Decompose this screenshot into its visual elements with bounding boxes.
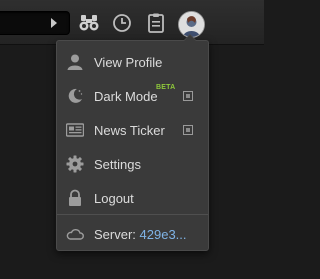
moon-icon: [66, 87, 84, 105]
menu-item-news-ticker[interactable]: News Ticker: [57, 113, 208, 147]
binoculars-icon[interactable]: [78, 12, 100, 34]
top-toolbar: [0, 0, 264, 45]
menu-item-label: News Ticker: [94, 123, 165, 138]
menu-item-settings[interactable]: Settings: [57, 147, 208, 181]
lock-icon: [66, 189, 84, 207]
gear-icon: [66, 155, 84, 173]
user-icon: [66, 53, 84, 71]
beta-badge: BETA: [156, 84, 176, 91]
cloud-icon: [66, 225, 84, 243]
menu-item-dark-mode[interactable]: Dark Mode BETA: [57, 79, 208, 113]
news-icon: [65, 121, 85, 139]
menu-caret: [183, 34, 197, 41]
menu-item-label: Settings: [94, 157, 141, 172]
clock-icon[interactable]: [111, 12, 133, 34]
menu-item-logout[interactable]: Logout: [57, 181, 208, 215]
menu-item-label: Dark Mode: [94, 89, 158, 104]
search-input[interactable]: [0, 11, 70, 35]
menu-item-label: Logout: [94, 191, 134, 206]
clipboard-icon[interactable]: [145, 12, 167, 34]
search-submit-icon[interactable]: [51, 18, 57, 28]
server-label: Server:: [94, 227, 136, 242]
server-label-row: Server: 429e3...: [94, 227, 187, 242]
profile-dropdown-menu: View Profile Dark Mode BETA News Ticker: [56, 34, 209, 251]
menu-divider: [57, 214, 208, 215]
menu-item-label: View Profile: [94, 55, 163, 70]
menu-item-view-profile[interactable]: View Profile: [57, 45, 208, 79]
server-value: 429e3...: [139, 227, 187, 242]
news-ticker-toggle[interactable]: [183, 125, 193, 135]
dark-mode-toggle[interactable]: [183, 91, 193, 101]
server-info: Server: 429e3...: [57, 217, 208, 251]
